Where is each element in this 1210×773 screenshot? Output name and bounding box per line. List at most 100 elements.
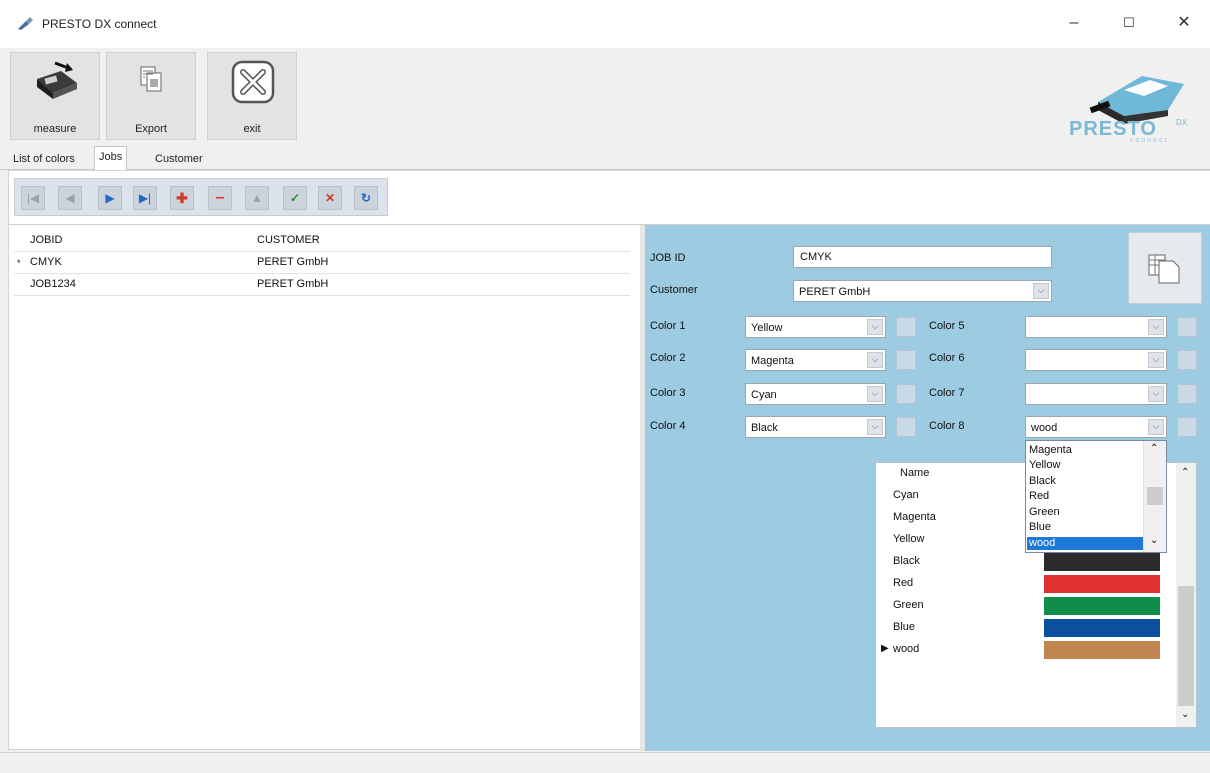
color-name: wood (893, 643, 920, 655)
dropdown-option-selected[interactable]: wood (1027, 537, 1145, 550)
presto-dx-logo: PRESTO DX connect (1064, 54, 1204, 148)
job-id-label: JOB ID (650, 252, 686, 264)
prior-record-icon[interactable]: ◀ (58, 186, 82, 210)
color-swatch (1044, 597, 1160, 615)
color-6-clear-button[interactable] (1177, 350, 1197, 370)
chevron-down-icon[interactable]: ⌵ (1148, 319, 1164, 335)
insert-record-icon[interactable]: ✚ (170, 186, 194, 210)
next-record-icon[interactable]: ▶ (98, 186, 122, 210)
dropdown-scrollbar[interactable]: ⌃ ⌄ (1143, 441, 1166, 552)
color-4-select[interactable]: Black ⌵ (745, 416, 886, 438)
dropdown-option[interactable]: Magenta (1027, 444, 1145, 457)
maximize-button[interactable]: ☐ (1115, 10, 1143, 36)
chevron-down-icon[interactable]: ⌵ (1148, 386, 1164, 402)
delete-record-icon[interactable]: – (208, 186, 232, 210)
color-name: Yellow (893, 533, 925, 545)
color-2-select[interactable]: Magenta ⌵ (745, 349, 886, 371)
color-3-label: Color 3 (650, 387, 686, 399)
chevron-down-icon[interactable]: ⌵ (867, 352, 883, 368)
color-8-value: wood (1031, 422, 1058, 434)
color-5-select[interactable]: ⌵ (1025, 316, 1167, 338)
dropdown-option[interactable]: Black (1027, 475, 1145, 488)
edit-record-icon[interactable]: ▲ (245, 186, 269, 210)
color-1-clear-button[interactable] (896, 317, 916, 337)
scroll-up-icon[interactable]: ⌃ (1181, 467, 1189, 478)
table-row[interactable]: Green (876, 595, 1198, 617)
customer-label: Customer (650, 284, 698, 296)
exit-x-icon (231, 60, 275, 104)
export-button[interactable]: Export (106, 52, 196, 140)
open-colors-button[interactable] (1128, 232, 1202, 304)
chevron-down-icon[interactable]: ⌵ (867, 419, 883, 435)
chevron-down-icon[interactable]: ⌵ (1033, 283, 1049, 299)
color-5-clear-button[interactable] (1177, 317, 1197, 337)
exit-button[interactable]: exit (207, 52, 297, 140)
column-header-jobid[interactable]: JOBID (30, 234, 62, 246)
color-3-select[interactable]: Cyan ⌵ (745, 383, 886, 405)
dropdown-option[interactable]: Red (1027, 490, 1145, 503)
measure-button[interactable]: measure (10, 52, 100, 140)
color-1-select[interactable]: Yellow ⌵ (745, 316, 886, 338)
color-6-label: Color 6 (929, 352, 965, 364)
cell-jobid[interactable]: CMYK (30, 256, 62, 268)
chevron-down-icon[interactable]: ⌵ (867, 386, 883, 402)
customer-select-value: PERET GmbH (799, 286, 871, 298)
column-header-name[interactable]: Name (900, 467, 929, 479)
color-5-label: Color 5 (929, 320, 965, 332)
column-header-customer[interactable]: CUSTOMER (257, 234, 320, 246)
scroll-up-icon[interactable]: ⌃ (1150, 443, 1158, 454)
color-swatch (1044, 553, 1160, 571)
color-7-clear-button[interactable] (1177, 384, 1197, 404)
table-row[interactable]: Black (876, 551, 1198, 573)
cell-customer[interactable]: PERET GmbH (257, 278, 328, 290)
color-6-select[interactable]: ⌵ (1025, 349, 1167, 371)
color-swatch (1044, 619, 1160, 637)
job-id-field[interactable]: CMYK (793, 246, 1052, 268)
tab-jobs[interactable]: Jobs (94, 146, 128, 171)
post-record-icon[interactable]: ✓ (283, 186, 307, 210)
color-4-label: Color 4 (650, 420, 686, 432)
color-3-clear-button[interactable] (896, 384, 916, 404)
table-row[interactable]: Blue (876, 617, 1198, 639)
color-2-value: Magenta (751, 355, 794, 367)
close-button[interactable]: ✕ (1170, 10, 1198, 36)
color-name: Green (893, 599, 924, 611)
table-copy-icon (1148, 254, 1180, 284)
chevron-down-icon[interactable]: ⌵ (1148, 352, 1164, 368)
color-4-clear-button[interactable] (896, 417, 916, 437)
chevron-down-icon[interactable]: ⌵ (1148, 419, 1164, 435)
row-indicator: * (17, 258, 21, 268)
cell-jobid[interactable]: JOB1234 (30, 278, 76, 290)
table-row[interactable]: Red (876, 573, 1198, 595)
scrollbar-thumb[interactable] (1147, 487, 1163, 505)
scrollbar-thumb[interactable] (1178, 586, 1194, 706)
tab-list-of-colors[interactable]: List of colors (9, 150, 79, 170)
color-2-clear-button[interactable] (896, 350, 916, 370)
grid-header: JOBID CUSTOMER (14, 230, 630, 252)
color-1-value: Yellow (751, 322, 783, 334)
cell-customer[interactable]: PERET GmbH (257, 256, 328, 268)
tab-customer[interactable]: Customer (151, 150, 207, 170)
export-label: Export (135, 123, 167, 135)
chevron-down-icon[interactable]: ⌵ (867, 319, 883, 335)
table-row[interactable]: ▶ wood (876, 639, 1198, 661)
color-8-select[interactable]: wood ⌵ (1025, 416, 1167, 438)
scroll-down-icon[interactable]: ⌄ (1181, 709, 1189, 720)
table-row[interactable]: * CMYK PERET GmbH (14, 252, 630, 274)
color-name: Cyan (893, 489, 919, 501)
cancel-record-icon[interactable]: ✕ (318, 186, 342, 210)
last-record-icon[interactable]: ▶| (133, 186, 157, 210)
minimize-button[interactable]: – (1060, 10, 1088, 36)
color-7-select[interactable]: ⌵ (1025, 383, 1167, 405)
refresh-record-icon[interactable]: ↻ (354, 186, 378, 210)
first-record-icon[interactable]: |◀ (21, 186, 45, 210)
color-8-clear-button[interactable] (1177, 417, 1197, 437)
dropdown-option[interactable]: Yellow (1027, 459, 1145, 472)
jobs-grid: JOBID CUSTOMER * CMYK PERET GmbH JOB1234… (14, 230, 630, 296)
color-8-label: Color 8 (929, 420, 965, 432)
table-row[interactable]: JOB1234 PERET GmbH (14, 274, 630, 296)
customer-select[interactable]: PERET GmbH ⌵ (793, 280, 1052, 302)
dropdown-option[interactable]: Green (1027, 506, 1145, 519)
dropdown-option[interactable]: Blue (1027, 521, 1145, 534)
scroll-down-icon[interactable]: ⌄ (1150, 535, 1158, 546)
